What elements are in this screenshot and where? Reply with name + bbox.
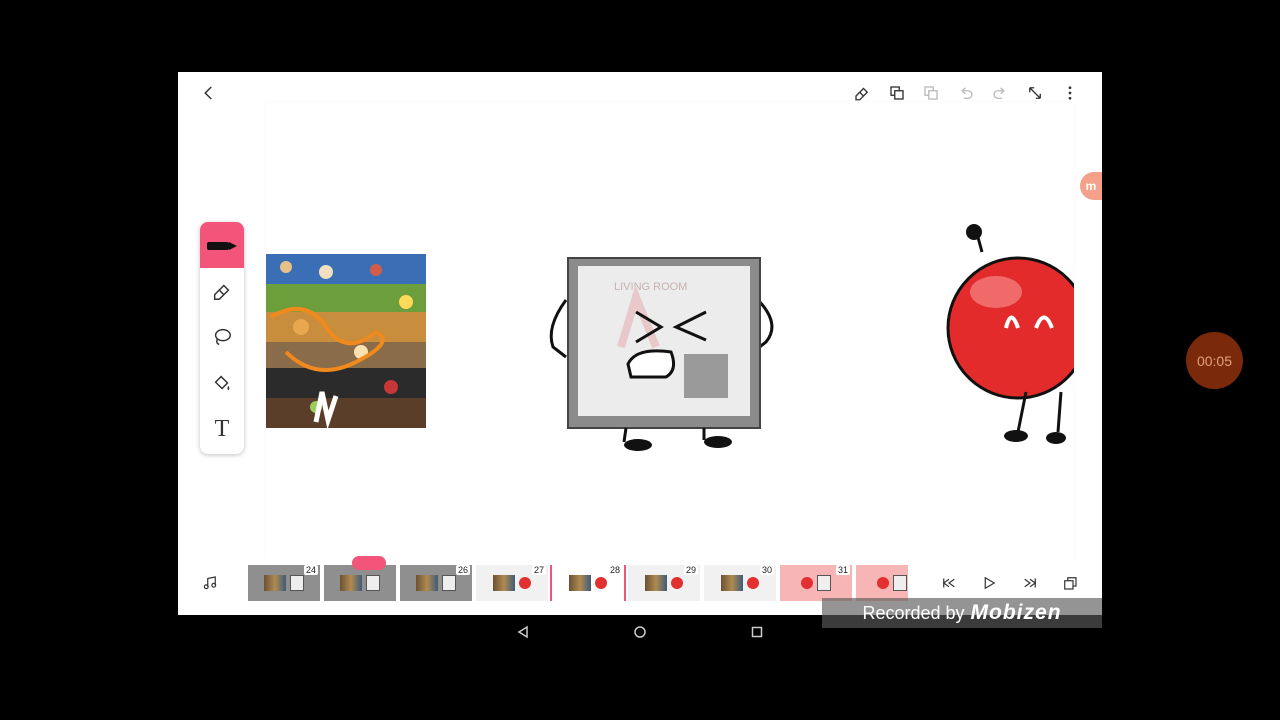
eraser-icon (855, 87, 869, 101)
frame-thumbnail (671, 577, 683, 589)
frame-number: 30 (759, 565, 774, 575)
frame-thumbnail (747, 577, 759, 589)
frame-thumbnail (801, 577, 813, 589)
frame-number: 29 (683, 565, 698, 575)
timeline-frame[interactable]: 29 (628, 565, 700, 601)
frame-thumbnail (595, 577, 607, 589)
canvas-artwork: LIVING ROOM (264, 224, 1090, 451)
pen-tool[interactable] (200, 222, 244, 268)
tv-screen-text: LIVING ROOM (614, 281, 687, 293)
go-to-start-button[interactable] (937, 572, 961, 594)
copy-icon (890, 86, 904, 100)
circle-home-icon (634, 626, 646, 638)
timeline-frame[interactable]: 31 (780, 565, 852, 601)
timeline-frame[interactable]: 24 (248, 565, 320, 601)
play-icon (984, 576, 996, 590)
triangle-back-icon (517, 625, 528, 639)
layers-button[interactable] (1058, 572, 1082, 594)
frame-thumbnail (877, 577, 889, 589)
nav-recents-button[interactable] (745, 622, 769, 642)
skip-back-icon (942, 578, 955, 588)
redo-icon (993, 87, 1005, 99)
tv-character: LIVING ROOM (549, 257, 774, 451)
frame-thumbnail (366, 575, 380, 591)
recorder-watermark: Recorded by Mobizen (822, 598, 1102, 628)
skip-forward-icon (1024, 578, 1037, 588)
frame-number: 26 (455, 565, 470, 575)
frame-thumbnail (264, 575, 286, 591)
frame-thumbnail (442, 575, 456, 591)
frame-thumbnail (721, 575, 743, 591)
timeline-frame[interactable]: 27 (476, 565, 548, 601)
eraser-icon (213, 284, 230, 300)
music-button[interactable] (198, 572, 222, 594)
collage-image (264, 254, 426, 430)
timeline-frame[interactable]: 28 (550, 565, 626, 601)
paste-icon (924, 86, 938, 100)
frame-thumbnail (340, 575, 362, 591)
text-icon: T (214, 415, 230, 442)
more-vertical-icon (1068, 86, 1072, 100)
playhead-marker[interactable] (352, 556, 386, 570)
drawing-canvas[interactable]: LIVING ROOM (264, 102, 1090, 560)
frame-thumbnail (817, 575, 831, 591)
nav-back-button[interactable] (511, 622, 535, 642)
play-button[interactable] (977, 572, 1001, 594)
go-to-end-button[interactable] (1018, 572, 1042, 594)
expand-icon (1029, 87, 1041, 99)
lasso-icon (214, 328, 231, 346)
frame-thumbnail (893, 575, 907, 591)
watermark-brand: Mobizen (970, 601, 1062, 624)
frame-number: 28 (607, 565, 622, 575)
frame-number: 27 (531, 565, 546, 575)
animation-app: LIVING ROOM T 24 26 27 28 29 30 31 (178, 72, 1102, 615)
layers-icon (1064, 577, 1077, 590)
timeline-frame[interactable] (324, 565, 396, 601)
frame-thumbnail (519, 577, 531, 589)
fill-tool[interactable] (200, 360, 244, 406)
timeline-frame[interactable]: 32 (856, 565, 908, 601)
tool-panel: T (200, 222, 244, 454)
recording-timer[interactable]: 00:05 (1186, 332, 1243, 389)
text-tool[interactable]: T (200, 406, 244, 452)
frame-thumbnail (569, 575, 591, 591)
frame-thumbnail (645, 575, 667, 591)
recorder-side-tab[interactable]: m (1080, 172, 1102, 200)
watermark-prefix: Recorded by (862, 602, 965, 623)
square-recents-icon (751, 626, 763, 638)
frame-thumbnail (290, 575, 304, 591)
pen-icon (207, 242, 237, 250)
red-ball-character (946, 224, 1090, 444)
eraser-tool[interactable] (200, 268, 244, 314)
frame-thumbnail (493, 575, 515, 591)
frame-number: 24 (303, 565, 318, 575)
paint-bucket-icon (214, 375, 230, 391)
music-note-icon (203, 576, 217, 590)
nav-home-button[interactable] (628, 622, 652, 642)
frame-number: 31 (835, 565, 850, 575)
frame-thumbnail (416, 575, 438, 591)
chevron-left-icon (204, 86, 212, 100)
timeline-frame[interactable]: 30 (704, 565, 776, 601)
frame-strip[interactable]: 24 26 27 28 29 30 31 32 (248, 565, 908, 601)
back-button[interactable] (196, 80, 222, 106)
timeline-frame[interactable]: 26 (400, 565, 472, 601)
lasso-tool[interactable] (200, 314, 244, 360)
undo-icon (961, 87, 973, 99)
